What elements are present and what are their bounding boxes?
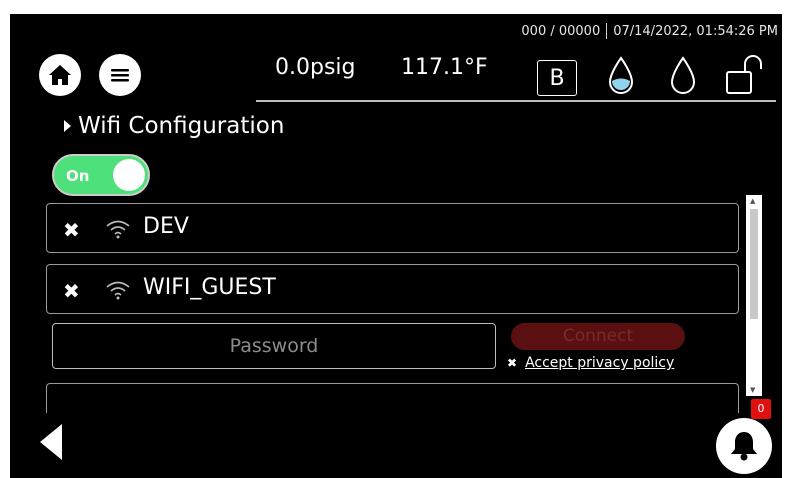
network-name: WIFI_GUEST bbox=[143, 275, 276, 300]
menu-button[interactable] bbox=[99, 54, 141, 96]
connect-button[interactable]: Connect bbox=[511, 323, 685, 350]
privacy-policy-link[interactable]: Accept privacy policy bbox=[525, 355, 674, 371]
notification-count-badge: 0 bbox=[751, 399, 771, 419]
status-bar: 000 / 00000 07/14/2022, 01:54:26 PM bbox=[521, 23, 778, 39]
wifi-toggle-label: On bbox=[66, 167, 90, 185]
list-scrollbar[interactable]: ▲ ▼ bbox=[746, 195, 762, 396]
network-row-wifi-guest[interactable]: ✖ WIFI_GUEST bbox=[46, 264, 739, 314]
caret-right-icon bbox=[64, 120, 71, 132]
home-button[interactable] bbox=[39, 54, 81, 96]
cycle-counter: 000 / 00000 bbox=[521, 23, 601, 39]
home-icon bbox=[49, 65, 71, 85]
pressure-readout: 0.0psig bbox=[275, 55, 356, 80]
header-divider bbox=[256, 100, 776, 102]
app-screen: 000 / 00000 07/14/2022, 01:54:26 PM 0.0p… bbox=[10, 14, 782, 478]
water-drop-outline-icon[interactable] bbox=[669, 56, 697, 96]
temperature-readout: 117.1°F bbox=[401, 55, 488, 80]
unlocked-padlock-icon[interactable] bbox=[725, 54, 769, 96]
x-icon[interactable]: ✖ bbox=[63, 279, 80, 303]
toggle-knob bbox=[113, 159, 145, 191]
scroll-thumb[interactable] bbox=[750, 209, 758, 319]
password-input[interactable] bbox=[52, 323, 496, 369]
wifi-icon bbox=[106, 220, 130, 239]
x-icon[interactable]: ✖ bbox=[507, 356, 517, 370]
privacy-policy-row[interactable]: ✖ Accept privacy policy bbox=[507, 355, 674, 371]
wifi-toggle[interactable]: On bbox=[52, 154, 150, 196]
bell-icon bbox=[731, 432, 757, 461]
section-title-label: Wifi Configuration bbox=[78, 113, 285, 139]
water-drop-filled-icon[interactable] bbox=[607, 56, 635, 96]
section-title[interactable]: Wifi Configuration bbox=[62, 113, 284, 139]
notifications-button[interactable] bbox=[716, 418, 772, 474]
network-row-partial[interactable] bbox=[46, 383, 739, 413]
scroll-down-icon[interactable]: ▼ bbox=[750, 386, 755, 394]
network-row-dev[interactable]: ✖ DEV bbox=[46, 203, 739, 253]
x-icon[interactable]: ✖ bbox=[63, 218, 80, 242]
scroll-up-icon[interactable]: ▲ bbox=[750, 197, 755, 205]
network-name: DEV bbox=[143, 214, 189, 239]
back-arrow-icon[interactable] bbox=[36, 422, 66, 462]
datetime: 07/14/2022, 01:54:26 PM bbox=[613, 23, 778, 39]
wifi-icon bbox=[106, 281, 130, 300]
status-divider bbox=[606, 23, 608, 39]
menu-icon bbox=[111, 69, 129, 82]
mode-badge[interactable]: B bbox=[537, 60, 577, 96]
